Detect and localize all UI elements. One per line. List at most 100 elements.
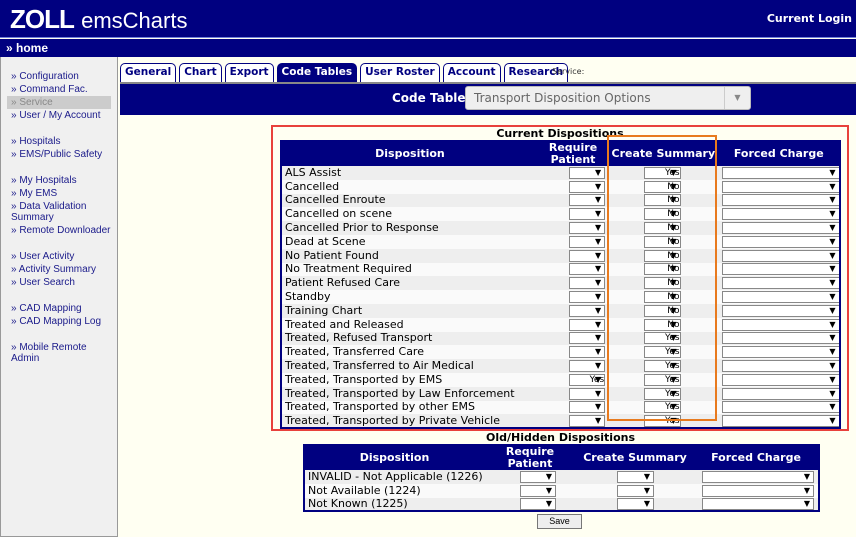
tab-account[interactable]: Account	[442, 63, 501, 82]
select-dropdown[interactable]: Yes ▼	[643, 332, 681, 345]
select-dropdown[interactable]: No ▼	[643, 194, 681, 207]
chevron-down-icon: ▼	[829, 236, 836, 246]
select-dropdown[interactable]: ▼	[520, 470, 556, 483]
select-dropdown[interactable]: ▼	[721, 180, 840, 193]
select-dropdown[interactable]: ▼	[721, 318, 840, 331]
sidebar-item[interactable]: » User / My Account	[1, 109, 117, 122]
select-dropdown[interactable]: ▼	[520, 497, 556, 510]
forced-charge-cell: ▼	[718, 207, 840, 222]
select-dropdown[interactable]: ▼	[702, 470, 814, 483]
sidebar-item[interactable]: » EMS/Public Safety	[1, 148, 117, 161]
select-dropdown[interactable]: ▼	[721, 387, 840, 400]
select-dropdown[interactable]: ▼	[617, 470, 654, 483]
select-dropdown[interactable]: ▼	[569, 235, 606, 248]
select-dropdown[interactable]: ▼	[721, 291, 840, 304]
select-dropdown[interactable]: No ▼	[643, 318, 681, 331]
select-dropdown[interactable]: ▼	[617, 484, 654, 497]
column-header: Forced Charge	[694, 445, 819, 470]
select-dropdown[interactable]: No ▼	[643, 208, 681, 221]
select-dropdown[interactable]: ▼	[569, 360, 606, 373]
select-dropdown[interactable]: No ▼	[643, 249, 681, 262]
select-dropdown[interactable]: ▼	[569, 387, 606, 400]
sidebar-item[interactable]: » Configuration	[1, 70, 117, 83]
sidebar-item[interactable]: » CAD Mapping Log	[1, 315, 117, 328]
select-dropdown[interactable]: ▼	[721, 373, 840, 386]
select-dropdown[interactable]: ▼	[702, 497, 814, 510]
create-summary-cell: Yes ▼	[608, 345, 719, 360]
sidebar-item[interactable]: » Remote Downloader	[1, 224, 117, 237]
select-dropdown[interactable]: ▼	[721, 166, 840, 179]
select-dropdown[interactable]: ▼	[569, 401, 606, 414]
select-dropdown[interactable]: ▼	[569, 208, 606, 221]
sidebar-item[interactable]: » Hospitals	[1, 135, 117, 148]
select-dropdown[interactable]: ▼	[569, 263, 606, 276]
select-dropdown[interactable]: ▼	[569, 249, 606, 262]
select-dropdown[interactable]: ▼	[721, 346, 840, 359]
select-dropdown[interactable]: Yes ▼	[643, 401, 681, 414]
select-dropdown[interactable]: Yes ▼	[643, 387, 681, 400]
select-dropdown[interactable]: ▼	[721, 414, 840, 427]
sidebar-item[interactable]: » User Activity	[1, 250, 117, 263]
select-dropdown[interactable]: No ▼	[643, 235, 681, 248]
tab-code-tables[interactable]: Code Tables	[276, 63, 358, 82]
sidebar-item[interactable]: » Mobile Remote Admin	[1, 341, 117, 365]
select-dropdown[interactable]: ▼	[721, 194, 840, 207]
select-dropdown[interactable]: ▼	[721, 401, 840, 414]
tab-general[interactable]: General	[120, 63, 177, 82]
select-dropdown[interactable]: ▼	[569, 304, 606, 317]
sidebar-item[interactable]: » User Search	[1, 276, 117, 289]
select-dropdown[interactable]: ▼	[702, 484, 814, 497]
select-dropdown[interactable]: ▼	[569, 194, 606, 207]
tab-user-roster[interactable]: User Roster	[360, 63, 440, 82]
sidebar-item[interactable]: » Command Fac.	[1, 83, 117, 96]
select-dropdown[interactable]: ▼	[721, 208, 840, 221]
select-dropdown[interactable]: No ▼	[643, 180, 681, 193]
select-dropdown[interactable]: ▼	[569, 166, 606, 179]
table-row: Treated, Transported by Law Enforcement ▼…	[281, 386, 840, 401]
save-button[interactable]: Save	[537, 514, 582, 529]
select-dropdown[interactable]: ▼	[721, 263, 840, 276]
select-dropdown[interactable]: ▼	[721, 235, 840, 248]
select-dropdown[interactable]: ▼	[721, 249, 840, 262]
tab-export[interactable]: Export	[224, 63, 274, 82]
select-dropdown[interactable]: ▼	[569, 318, 606, 331]
home-link[interactable]: » home	[0, 39, 856, 57]
sidebar-item[interactable]: » CAD Mapping	[1, 302, 117, 315]
select-dropdown[interactable]: Yes ▼	[569, 373, 606, 386]
select-dropdown[interactable]: ▼	[569, 346, 606, 359]
disposition-name: No Treatment Required	[281, 262, 538, 277]
select-dropdown[interactable]: ▼	[569, 277, 606, 290]
select-dropdown[interactable]: ▼	[721, 222, 840, 235]
select-dropdown[interactable]: ▼	[617, 497, 654, 510]
select-dropdown[interactable]: Yes ▼	[643, 373, 681, 386]
sidebar-item[interactable]: » Service	[7, 96, 111, 109]
code-table-select[interactable]: Transport Disposition Options ▼	[465, 86, 751, 110]
select-dropdown[interactable]: No ▼	[643, 263, 681, 276]
tab-chart[interactable]: Chart	[179, 63, 222, 82]
select-dropdown[interactable]: ▼	[520, 484, 556, 497]
select-dropdown[interactable]: ▼	[721, 304, 840, 317]
current-login[interactable]: Current Login	[767, 12, 852, 25]
select-dropdown[interactable]: ▼	[569, 291, 606, 304]
disposition-name: Treated, Refused Transport	[281, 331, 538, 346]
sidebar-item[interactable]: » My EMS	[1, 187, 117, 200]
select-dropdown[interactable]: No ▼	[643, 291, 681, 304]
select-dropdown[interactable]: ▼	[721, 332, 840, 345]
select-dropdown[interactable]: No ▼	[643, 222, 681, 235]
sidebar-item[interactable]: » Activity Summary	[1, 263, 117, 276]
select-dropdown[interactable]: ▼	[721, 360, 840, 373]
select-dropdown[interactable]: ▼	[569, 332, 606, 345]
select-dropdown[interactable]: ▼	[569, 414, 606, 427]
select-dropdown[interactable]: ▼	[721, 277, 840, 290]
select-dropdown[interactable]: Yes ▼	[643, 414, 681, 427]
sidebar-item[interactable]: » Data Validation Summary	[1, 200, 117, 224]
select-dropdown[interactable]: Yes ▼	[643, 346, 681, 359]
select-dropdown[interactable]: ▼	[569, 222, 606, 235]
sidebar-item[interactable]: » My Hospitals	[1, 174, 117, 187]
select-dropdown[interactable]: Yes ▼	[643, 166, 681, 179]
select-dropdown[interactable]: Yes ▼	[643, 360, 681, 373]
select-dropdown[interactable]: ▼	[569, 180, 606, 193]
select-dropdown[interactable]: No ▼	[643, 277, 681, 290]
select-dropdown[interactable]: No ▼	[643, 304, 681, 317]
